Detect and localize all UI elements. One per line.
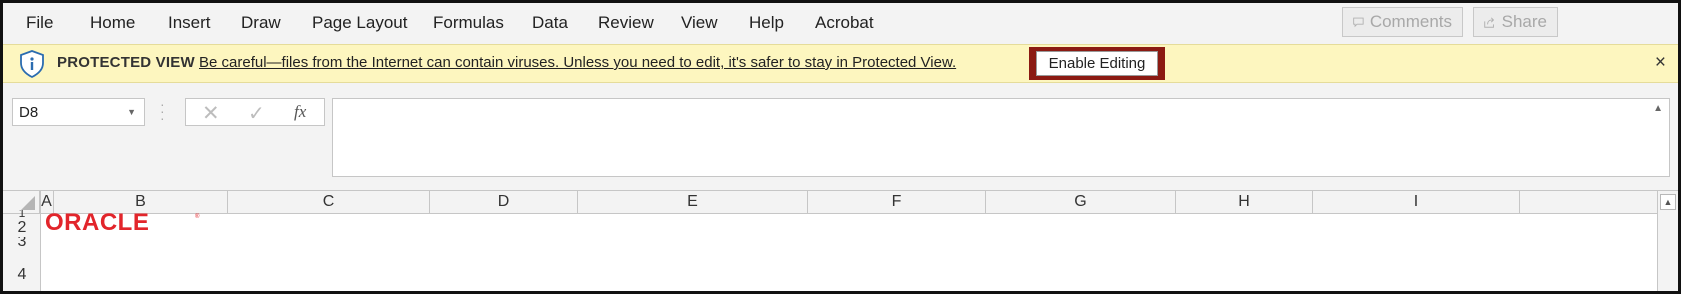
tab-page-layout[interactable]: Page Layout <box>312 13 407 33</box>
protected-view-bar: PROTECTED VIEW Be careful—files from the… <box>3 44 1678 83</box>
oracle-logo: ORACLE ® <box>45 211 200 233</box>
column-header-i[interactable]: I <box>1312 191 1520 213</box>
row-header-2[interactable]: 2 <box>3 217 41 239</box>
column-header-e[interactable]: E <box>577 191 807 213</box>
column-header-d[interactable]: D <box>429 191 577 213</box>
close-icon[interactable]: × <box>1655 52 1666 74</box>
column-header-h[interactable]: H <box>1175 191 1312 213</box>
row-header-bar: 1 2 3 4 <box>3 210 41 291</box>
shield-info-icon <box>20 50 44 78</box>
tab-draw[interactable]: Draw <box>241 13 281 33</box>
worksheet-grid[interactable]: A B C D E F G H I 1 2 3 4 ORACLE ® ▲ <box>3 190 1678 291</box>
chevron-down-icon[interactable]: ▼ <box>127 107 136 117</box>
tab-home[interactable]: Home <box>90 13 135 33</box>
registered-mark-icon: ® <box>195 213 200 220</box>
share-icon <box>1484 16 1495 28</box>
row-header-3[interactable]: 3 <box>3 237 41 249</box>
oracle-logo-text: ORACLE <box>45 211 149 233</box>
cancel-icon[interactable]: ✕ <box>202 101 220 126</box>
enable-editing-button[interactable]: Enable Editing <box>1036 51 1158 76</box>
tab-formulas[interactable]: Formulas <box>433 13 504 33</box>
tab-review[interactable]: Review <box>598 13 654 33</box>
share-button[interactable]: Share <box>1473 7 1558 37</box>
scroll-up-arrow-icon[interactable]: ▲ <box>1660 194 1676 210</box>
column-header-f[interactable]: F <box>807 191 985 213</box>
ribbon-tab-bar: File Home Insert Draw Page Layout Formul… <box>3 3 1678 43</box>
insert-function-icon[interactable]: fx <box>294 102 306 122</box>
enable-editing-highlight: Enable Editing <box>1029 47 1165 80</box>
column-header-a[interactable]: A <box>39 191 53 213</box>
select-all-triangle-icon <box>21 196 35 210</box>
tab-view[interactable]: View <box>681 13 718 33</box>
tab-help[interactable]: Help <box>749 13 784 33</box>
excel-window: File Home Insert Draw Page Layout Formul… <box>0 0 1681 294</box>
name-box[interactable]: D8 ▼ <box>12 98 145 126</box>
tab-file[interactable]: File <box>26 13 53 33</box>
resize-handle-icon[interactable]: · · · <box>160 97 165 125</box>
formula-controls: ✕ ✓ fx <box>185 98 325 126</box>
share-label: Share <box>1501 12 1547 31</box>
column-header-b[interactable]: B <box>53 191 227 213</box>
vertical-scrollbar[interactable]: ▲ <box>1657 191 1678 291</box>
protected-view-title: PROTECTED VIEW <box>57 54 195 71</box>
collapse-formula-bar-icon[interactable]: ▲ <box>1653 103 1663 114</box>
column-header-bar: A B C D E F G H I <box>3 191 1678 214</box>
protected-view-message-link[interactable]: Be careful—files from the Internet can c… <box>199 54 956 71</box>
row-header-4[interactable]: 4 <box>3 264 41 286</box>
tab-insert[interactable]: Insert <box>168 13 211 33</box>
comments-label: Comments <box>1369 12 1452 31</box>
enter-icon[interactable]: ✓ <box>248 101 265 126</box>
column-header-g[interactable]: G <box>985 191 1175 213</box>
comment-icon <box>1353 17 1364 27</box>
column-header-c[interactable]: C <box>227 191 429 213</box>
name-box-value: D8 <box>19 104 39 121</box>
tab-data[interactable]: Data <box>532 13 568 33</box>
formula-input[interactable]: ▲ <box>332 98 1670 177</box>
comments-button[interactable]: Comments <box>1342 7 1463 37</box>
tab-acrobat[interactable]: Acrobat <box>815 13 874 33</box>
